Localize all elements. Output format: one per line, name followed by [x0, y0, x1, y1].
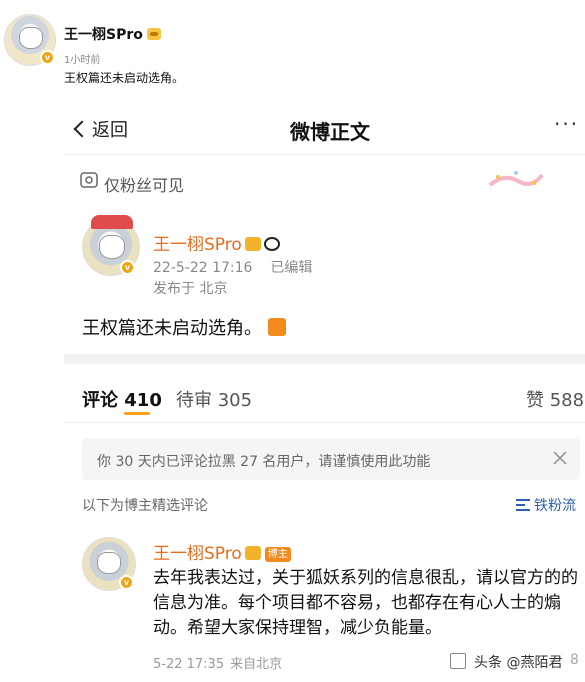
crown-icon: [244, 237, 261, 251]
tab-likes[interactable]: 赞 588: [526, 386, 584, 412]
crown-icon: [146, 28, 161, 40]
verified-badge-icon: v: [119, 575, 134, 590]
edited-label[interactable]: 已编辑: [270, 260, 312, 276]
outer-post-text: 王权篇还未启动选角。: [64, 71, 185, 85]
tab-pending-review[interactable]: 待审 305: [176, 386, 252, 412]
post-text: 王权篇还未启动选角。: [82, 314, 286, 340]
comment-time: 5-22 17:35: [153, 657, 225, 672]
active-tab-indicator: [124, 412, 150, 415]
watermark: 头条 @燕陌君: [474, 655, 563, 671]
back-button[interactable]: 返回: [73, 116, 128, 142]
comment-footer: 5-22 17:35 来自北京: [153, 653, 282, 672]
comment-text: 去年我表达过，关于狐妖系列的信息很乱，请以官方的的信息为准。每个项目都不容易，也…: [153, 568, 578, 638]
avatar-face: [97, 552, 121, 574]
avatar-face: [99, 235, 125, 259]
author-name[interactable]: 王一栩SPro: [153, 230, 280, 255]
avatar-face: [19, 27, 43, 49]
filter-icon: [516, 499, 530, 511]
post-meta: 22-5-22 17:16 已编辑: [153, 257, 312, 277]
commenter-name[interactable]: 王一栩SPro 博主: [153, 539, 291, 564]
comment-location: 来自北京: [230, 657, 283, 672]
host-badge: 博主: [264, 547, 291, 562]
page-title: 微博正文: [290, 120, 370, 144]
lock-icon: [80, 172, 98, 188]
decoration-sticker-icon: [488, 171, 544, 187]
section-divider: [64, 354, 585, 364]
blocklist-notice: 你 30 天内已评论拉黑 27 名用户，请谨慎使用此功能: [82, 438, 580, 480]
verified-badge-icon: v: [120, 260, 135, 275]
sort-filter-button[interactable]: 铁粉流: [516, 495, 576, 515]
post-date: 22-5-22 17:16: [153, 260, 253, 276]
avatar-hat: [91, 215, 133, 229]
more-options-icon[interactable]: ···: [554, 112, 579, 136]
outer-post-header: v 王一栩SPro 1小时前 王权篇还未启动选角。: [0, 0, 585, 92]
divider: [64, 422, 585, 423]
crown-icon: [244, 546, 261, 560]
top-nav-bar: 返回 微博正文 ···: [64, 92, 585, 154]
panda-icon: [263, 237, 280, 251]
outer-timestamp: 1小时前: [64, 55, 101, 66]
watermark-tail: 8: [570, 652, 579, 668]
visibility-label: 仅粉丝可见: [104, 176, 185, 195]
outer-username[interactable]: 王一栩SPro: [64, 24, 161, 44]
verified-badge-icon: v: [40, 50, 55, 65]
notice-text: 你 30 天内已评论拉黑 27 名用户，请谨慎使用此功能: [97, 454, 431, 470]
post-location: 发布于 北京: [153, 281, 228, 297]
chevron-left-icon: [73, 120, 91, 138]
share-icon[interactable]: [450, 653, 466, 669]
gift-icon: [268, 318, 286, 336]
tab-comments[interactable]: 评论 410: [82, 386, 162, 412]
close-icon[interactable]: [552, 450, 568, 466]
embedded-screenshot: 返回 微博正文 ··· 仅粉丝可见 v 王一栩SPro 22-5-22 17:1…: [64, 92, 585, 682]
curated-comments-label: 以下为博主精选评论: [82, 498, 208, 514]
